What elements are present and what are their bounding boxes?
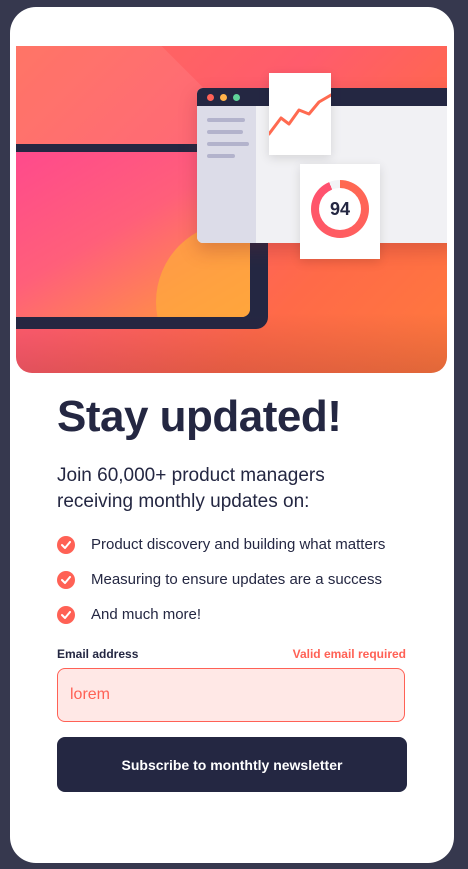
score-card: 94 bbox=[300, 164, 380, 259]
feature-text: Product discovery and building what matt… bbox=[91, 536, 386, 553]
feature-text: Measuring to ensure updates are a succes… bbox=[91, 571, 382, 588]
sidebar-line bbox=[207, 118, 245, 122]
email-error-message: Valid email required bbox=[292, 647, 406, 661]
feature-item: Product discovery and building what matt… bbox=[57, 527, 385, 562]
check-icon bbox=[57, 570, 75, 589]
window-maximize-dot bbox=[233, 94, 240, 101]
window-close-dot bbox=[207, 94, 214, 101]
newsletter-card: 94 Stay updated! Join 60,000+ product ma… bbox=[10, 7, 454, 863]
subscribe-button[interactable]: Subscribe to monthtly newsletter bbox=[57, 737, 407, 792]
email-label: Email address bbox=[57, 647, 139, 661]
sidebar-line bbox=[207, 142, 249, 146]
trend-chart-card bbox=[267, 73, 333, 155]
email-field[interactable] bbox=[57, 668, 405, 722]
check-icon bbox=[57, 605, 75, 624]
page-title: Stay updated! bbox=[57, 392, 342, 441]
hero-shadow bbox=[16, 313, 447, 373]
score-ring: 94 bbox=[311, 180, 369, 238]
window-sidebar bbox=[197, 106, 256, 243]
feature-text: And much more! bbox=[91, 606, 202, 623]
score-value: 94 bbox=[319, 188, 361, 230]
feature-item: And much more! bbox=[57, 597, 385, 632]
feature-item: Measuring to ensure updates are a succes… bbox=[57, 562, 385, 597]
feature-list: Product discovery and building what matt… bbox=[57, 527, 385, 632]
trend-line-icon bbox=[267, 93, 333, 136]
sidebar-line bbox=[207, 130, 243, 134]
hero-illustration: 94 bbox=[16, 46, 447, 373]
intro-text: Join 60,000+ product managers receiving … bbox=[57, 465, 325, 512]
sidebar-line bbox=[207, 154, 235, 158]
window-minimize-dot bbox=[220, 94, 227, 101]
check-icon bbox=[57, 535, 75, 554]
